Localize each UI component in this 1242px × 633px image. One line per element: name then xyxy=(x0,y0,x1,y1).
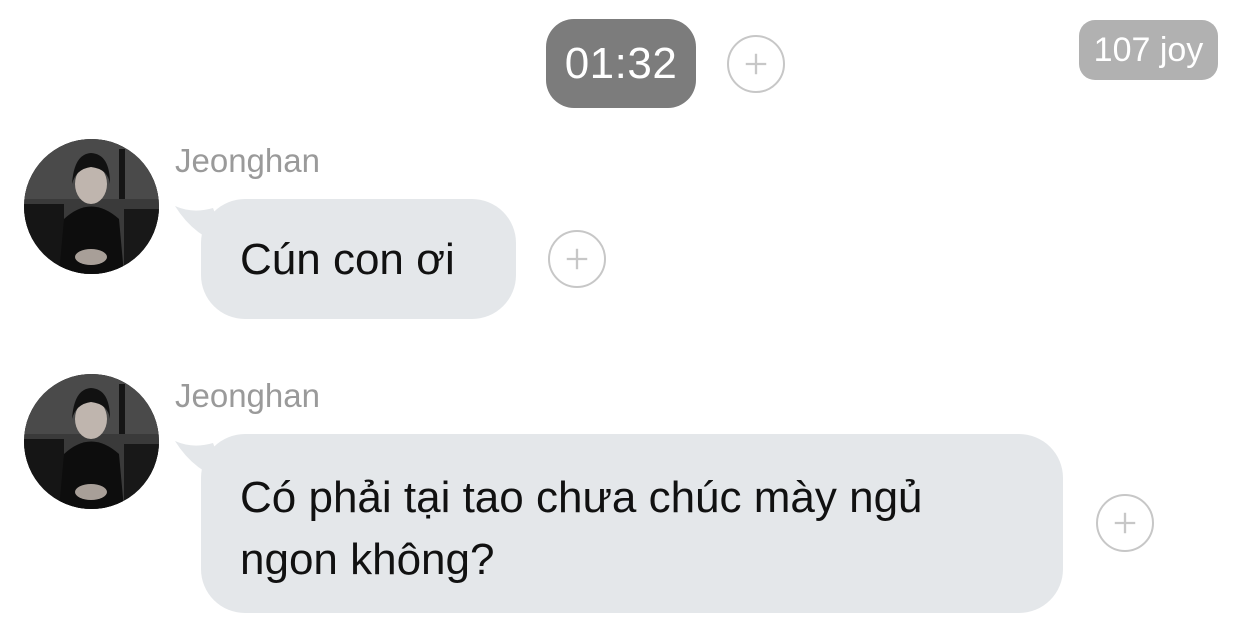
sender-name: Jeonghan xyxy=(175,377,320,414)
add-reaction-button[interactable] xyxy=(1096,494,1154,552)
counter-badge-label: 107 joy xyxy=(1093,30,1204,69)
plus-icon xyxy=(745,53,767,75)
sender-name: Jeonghan xyxy=(175,142,320,179)
time-pill: 01:32 xyxy=(546,19,696,108)
message-bubble[interactable]: Cún con ơi xyxy=(201,199,516,319)
add-reaction-button[interactable] xyxy=(727,35,785,93)
add-reaction-button[interactable] xyxy=(548,230,606,288)
plus-icon xyxy=(1114,512,1136,534)
message-bubble[interactable]: Có phải tại tao chưa chúc mày ngủ ngon k… xyxy=(201,434,1063,613)
counter-badge: 107 joy xyxy=(1079,20,1218,80)
profile-photo-icon xyxy=(24,139,159,274)
message-text-line: Có phải tại tao chưa chúc mày ngủ xyxy=(240,473,923,522)
plus-icon xyxy=(566,248,588,270)
message-text: Cún con ơi xyxy=(240,235,455,284)
time-label: 01:32 xyxy=(564,38,678,88)
profile-photo-icon xyxy=(24,374,159,509)
avatar[interactable] xyxy=(24,139,159,274)
message-text-line: ngon không? xyxy=(240,535,495,584)
avatar[interactable] xyxy=(24,374,159,509)
